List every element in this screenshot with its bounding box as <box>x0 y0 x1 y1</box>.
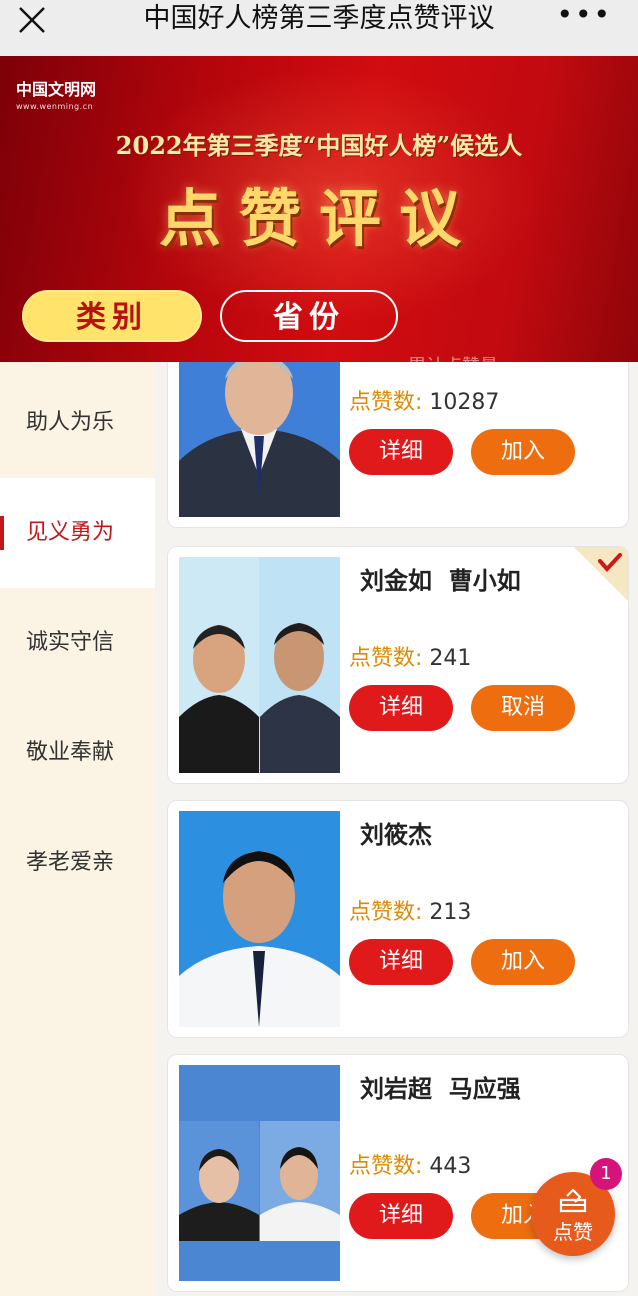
likes-value: 10287 <box>429 390 500 415</box>
candidate-photo <box>179 557 340 773</box>
selection-count-badge: 1 <box>590 1158 622 1190</box>
vote-box-icon <box>559 1188 587 1213</box>
banner-subtitle: 2022年第三季度“中国好人榜”候选人 <box>115 131 523 160</box>
header-banner: 中国文明网 www.wenming.cn 2022年第三季度“中国好人榜”候选人… <box>0 56 638 362</box>
likes-label: 点赞数: <box>349 1154 423 1179</box>
sidebar-item-dedication[interactable]: 敬业奉献 <box>0 698 155 808</box>
sidebar-item-helping-others[interactable]: 助人为乐 <box>0 368 155 478</box>
candidate-card: 刘筱杰 点赞数: 213 详细 加入 <box>167 800 629 1038</box>
banner-title: 点赞评议 <box>158 182 479 255</box>
like-count: 点赞数: 241 <box>349 640 471 672</box>
sidebar-item-honesty[interactable]: 诚实守信 <box>0 588 155 698</box>
detail-button[interactable]: 详细 <box>349 939 453 985</box>
likes-label: 点赞数: <box>349 390 423 415</box>
candidate-name: 刘岩超 马应强 <box>360 1075 521 1103</box>
candidate-photo <box>179 811 340 1027</box>
sidebar-item-filial-piety[interactable]: 孝老爱亲 <box>0 808 155 918</box>
candidate-photo <box>179 362 340 517</box>
selected-check-icon <box>574 547 628 601</box>
page-title: 中国好人榜第三季度点赞评议 <box>143 3 495 34</box>
likes-value: 443 <box>429 1154 472 1179</box>
top-nav-bar: 中国好人榜第三季度点赞评议 ••• <box>0 0 638 56</box>
likes-label: 点赞数: <box>349 900 423 925</box>
like-count: 点赞数: 443 <box>349 1148 471 1180</box>
more-menu-icon[interactable]: ••• <box>556 0 612 30</box>
like-count: 点赞数: 213 <box>349 894 471 926</box>
cancel-button[interactable]: 取消 <box>471 685 575 731</box>
likes-value: 241 <box>429 646 472 671</box>
candidate-card: 刘金如 曹小如 点赞数: 241 详细 取消 <box>167 546 629 784</box>
candidate-card: 点赞数: 10287 详细 加入 <box>167 362 629 528</box>
category-filter-button[interactable]: 类别 <box>22 290 202 342</box>
site-logo: 中国文明网 www.wenming.cn <box>16 76 96 111</box>
vote-button-label: 点赞 <box>553 1220 593 1244</box>
like-count: 点赞数: 10287 <box>349 384 499 416</box>
candidate-list: 点赞数: 10287 详细 加入 刘金如 曹小如 点赞数: 241 详细 取消 <box>155 362 638 1296</box>
detail-button[interactable]: 详细 <box>349 1193 453 1239</box>
likes-value: 213 <box>429 900 472 925</box>
province-filter-button[interactable]: 省份 <box>220 290 398 342</box>
logo-text: 中国文明网 <box>16 80 97 99</box>
total-likes-text: 累计点赞量 <box>408 352 498 362</box>
logo-url: www.wenming.cn <box>16 102 94 111</box>
detail-button[interactable]: 详细 <box>349 429 453 475</box>
candidate-photo <box>179 1065 340 1281</box>
join-button[interactable]: 加入 <box>471 429 575 475</box>
likes-label: 点赞数: <box>349 646 423 671</box>
candidate-name: 刘筱杰 <box>360 821 432 849</box>
category-sidebar: 助人为乐 见义勇为 诚实守信 敬业奉献 孝老爱亲 <box>0 362 155 1296</box>
candidate-name: 刘金如 曹小如 <box>360 567 521 595</box>
sidebar-item-bravery[interactable]: 见义勇为 <box>0 478 155 588</box>
join-button[interactable]: 加入 <box>471 939 575 985</box>
detail-button[interactable]: 详细 <box>349 685 453 731</box>
